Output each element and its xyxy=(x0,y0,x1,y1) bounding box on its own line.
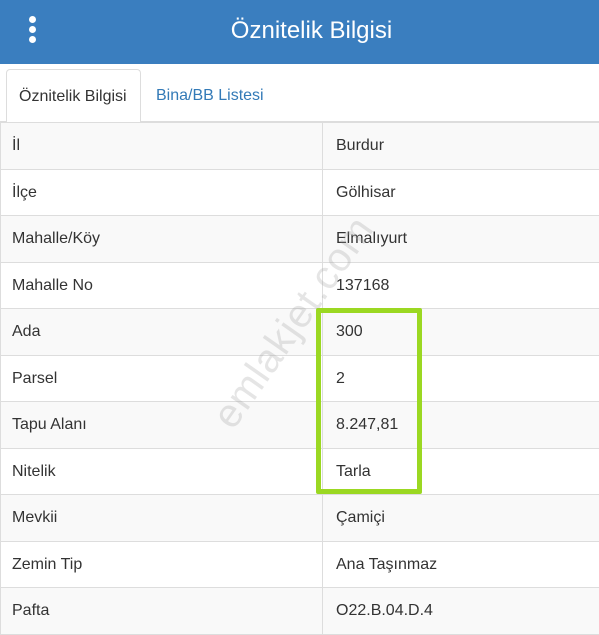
table-row: Tapu Alanı 8.247,81 xyxy=(1,402,599,449)
table-row: Parsel 2 xyxy=(1,355,599,402)
attribute-table: İl Burdur İlçe Gölhisar Mahalle/Köy Elma… xyxy=(0,122,599,635)
attribute-key: İlçe xyxy=(1,169,323,215)
attribute-value: O22.B.04.D.4 xyxy=(336,602,433,619)
table-row: Mahalle No 137168 xyxy=(1,262,599,309)
attribute-value: 300 xyxy=(336,323,363,340)
table-row: Mahalle/Köy Elmalıyurt xyxy=(1,216,599,263)
table-row: Pafta O22.B.04.D.4 xyxy=(1,588,599,635)
tab-bina-bb-listesi[interactable]: Bina/BB Listesi xyxy=(144,69,276,123)
attribute-value: Ana Taşınmaz xyxy=(336,555,438,573)
table-row: Nitelik Tarla xyxy=(1,448,599,495)
table-row: Mevkii Çamiçi xyxy=(1,495,599,542)
attribute-value: Çamiçi xyxy=(336,509,385,526)
attribute-key: İl xyxy=(1,123,323,169)
page-title: Öznitelik Bilgisi xyxy=(230,17,393,44)
app-header: Öznitelik Bilgisi xyxy=(0,0,599,64)
attribute-value: Tarla xyxy=(336,462,371,480)
tab-bar: Öznitelik Bilgisi Bina/BB Listesi xyxy=(0,64,599,123)
attribute-key: Nitelik xyxy=(1,448,323,494)
attribute-value: 137168 xyxy=(336,276,390,294)
table-row: Zemin Tip Ana Taşınmaz xyxy=(1,541,599,588)
attribute-value: 8.247,81 xyxy=(336,416,399,433)
attribute-key: Pafta xyxy=(1,588,323,634)
attribute-value: Gölhisar xyxy=(336,183,396,201)
table-row: İl Burdur xyxy=(1,123,599,170)
table-row: İlçe Gölhisar xyxy=(1,169,599,216)
attribute-key: Mevkii xyxy=(1,495,323,541)
tab-oznitelik-bilgisi[interactable]: Öznitelik Bilgisi xyxy=(6,69,141,123)
attribute-value: Elmalıyurt xyxy=(336,230,408,247)
attribute-key: Zemin Tip xyxy=(1,541,323,587)
attribute-key: Parsel xyxy=(1,355,323,401)
attribute-value: Burdur xyxy=(336,137,385,154)
table-row: Ada 300 xyxy=(1,309,599,356)
attribute-value: 2 xyxy=(336,369,345,387)
attribute-key: Tapu Alanı xyxy=(1,402,323,448)
attribute-key: Mahalle No xyxy=(1,262,323,308)
attribute-key: Mahalle/Köy xyxy=(1,216,323,262)
attribute-key: Ada xyxy=(1,309,323,355)
